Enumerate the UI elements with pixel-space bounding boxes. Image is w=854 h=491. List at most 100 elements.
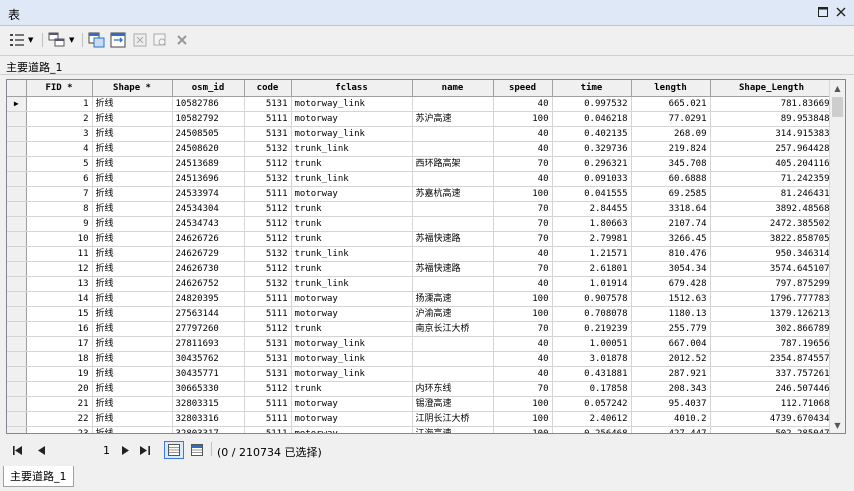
table-cell[interactable]: 折线 — [92, 381, 173, 397]
table-cell[interactable]: 24534743 — [172, 216, 245, 232]
table-cell[interactable]: 40 — [493, 96, 553, 112]
table-cell[interactable]: trunk_link — [291, 141, 413, 157]
first-record-icon[interactable] — [10, 442, 26, 458]
table-cell[interactable]: 折线 — [92, 156, 173, 172]
table-cell[interactable]: 2.84455 — [552, 201, 632, 217]
table-cell[interactable]: 折线 — [92, 216, 173, 232]
table-cell[interactable]: 折线 — [92, 111, 173, 127]
table-cell[interactable]: 2354.874557 — [710, 351, 834, 367]
table-cell[interactable]: 3 — [26, 126, 93, 142]
row-selector[interactable] — [7, 366, 27, 382]
table-cell[interactable] — [412, 366, 494, 382]
table-cell[interactable]: 337.757261 — [710, 366, 834, 382]
show-all-records-button[interactable] — [164, 441, 184, 459]
table-cell[interactable]: 32803317 — [172, 426, 245, 433]
table-cell[interactable]: trunk_link — [291, 276, 413, 292]
table-cell[interactable]: 19 — [26, 366, 93, 382]
table-cell[interactable]: 40 — [493, 141, 553, 157]
table-cell[interactable]: 287.921 — [631, 366, 711, 382]
table-cell[interactable]: motorway — [291, 411, 413, 427]
row-selector[interactable] — [7, 216, 27, 232]
select-by-attributes-button[interactable] — [88, 31, 106, 49]
table-cell[interactable]: 70 — [493, 156, 553, 172]
vertical-scrollbar[interactable]: ▲ ▼ — [829, 80, 845, 433]
table-row[interactable]: 19 折线 30435771 5131 motorway_link 40 0.431881 2… — [7, 366, 834, 382]
table-cell[interactable]: 折线 — [92, 201, 173, 217]
table-cell[interactable]: 1180.13 — [631, 306, 711, 322]
table-cell[interactable]: 246.507446 — [710, 381, 834, 397]
column-header[interactable]: Shape * — [92, 80, 173, 97]
table-cell[interactable]: 405.204116 — [710, 156, 834, 172]
table-cell[interactable]: 4739.670434 — [710, 411, 834, 427]
table-cell[interactable]: 30435762 — [172, 351, 245, 367]
table-cell[interactable]: 江阴长江大桥 — [412, 411, 494, 427]
table-cell[interactable]: 427.447 — [631, 426, 711, 433]
table-cell[interactable]: 西环路高架 — [412, 156, 494, 172]
table-cell[interactable]: 20 — [26, 381, 93, 397]
table-cell[interactable]: 折线 — [92, 246, 173, 262]
table-cell[interactable]: 0.046218 — [552, 111, 632, 127]
table-cell[interactable]: 5111 — [244, 186, 292, 202]
table-cell[interactable]: motorway_link — [291, 366, 413, 382]
table-cell[interactable]: 24508505 — [172, 126, 245, 142]
table-cell[interactable] — [412, 336, 494, 352]
table-cell[interactable]: 40 — [493, 336, 553, 352]
column-header[interactable]: FID * — [26, 80, 93, 97]
table-cell[interactable]: 95.4037 — [631, 396, 711, 412]
row-selector[interactable] — [7, 231, 27, 247]
table-cell[interactable]: 219.824 — [631, 141, 711, 157]
table-cell[interactable]: 3054.34 — [631, 261, 711, 277]
table-row[interactable]: 12 折线 24626730 5112 trunk 苏福快速路 70 2.61801 3054.… — [7, 261, 834, 277]
table-cell[interactable]: 32803316 — [172, 411, 245, 427]
table-cell[interactable]: 70 — [493, 231, 553, 247]
table-cell[interactable]: 40 — [493, 246, 553, 262]
table-cell[interactable]: 5131 — [244, 351, 292, 367]
table-cell[interactable]: 0.907578 — [552, 291, 632, 307]
table-cell[interactable]: trunk_link — [291, 246, 413, 262]
table-cell[interactable]: 781.83669 — [710, 96, 834, 112]
row-selector[interactable] — [7, 321, 27, 337]
table-cell[interactable] — [412, 276, 494, 292]
table-cell[interactable]: 40 — [493, 366, 553, 382]
switch-selection-button[interactable] — [110, 31, 128, 49]
table-cell[interactable]: 12 — [26, 261, 93, 277]
table-cell[interactable]: 5 — [26, 156, 93, 172]
table-row[interactable]: 13 折线 24626752 5132 trunk_link 40 1.01914 679.4… — [7, 276, 834, 292]
table-cell[interactable]: 3318.64 — [631, 201, 711, 217]
table-cell[interactable]: 折线 — [92, 186, 173, 202]
table-cell[interactable]: 8 — [26, 201, 93, 217]
table-cell[interactable]: 5111 — [244, 426, 292, 433]
table-cell[interactable]: 3892.48568 — [710, 201, 834, 217]
last-record-icon[interactable] — [137, 442, 153, 458]
table-cell[interactable]: 2012.52 — [631, 351, 711, 367]
table-cell[interactable]: 折线 — [92, 396, 173, 412]
table-cell[interactable] — [412, 141, 494, 157]
table-cell[interactable]: 0.708078 — [552, 306, 632, 322]
table-cell[interactable]: 70 — [493, 381, 553, 397]
table-cell[interactable]: 18 — [26, 351, 93, 367]
table-cell[interactable]: 折线 — [92, 411, 173, 427]
row-selector[interactable] — [7, 201, 27, 217]
table-cell[interactable]: 5111 — [244, 411, 292, 427]
table-cell[interactable]: trunk — [291, 216, 413, 232]
table-cell[interactable]: 折线 — [92, 321, 173, 337]
table-cell[interactable]: motorway_link — [291, 126, 413, 142]
column-header[interactable]: code — [244, 80, 292, 97]
table-cell[interactable]: 5111 — [244, 291, 292, 307]
table-cell[interactable]: motorway — [291, 426, 413, 433]
table-row[interactable]: 10 折线 24626726 5112 trunk 苏福快速路 70 2.79981 3266.… — [7, 231, 834, 247]
table-cell[interactable]: 折线 — [92, 426, 173, 433]
table-cell[interactable]: 24534304 — [172, 201, 245, 217]
column-header[interactable]: speed — [493, 80, 553, 97]
table-cell[interactable]: 27797260 — [172, 321, 245, 337]
table-cell[interactable]: 5112 — [244, 216, 292, 232]
next-record-icon[interactable] — [117, 442, 133, 458]
table-cell[interactable]: 24626726 — [172, 231, 245, 247]
table-cell[interactable]: 24626752 — [172, 276, 245, 292]
table-cell[interactable]: 折线 — [92, 276, 173, 292]
table-cell[interactable]: 5131 — [244, 126, 292, 142]
table-cell[interactable]: 100 — [493, 111, 553, 127]
table-cell[interactable] — [412, 96, 494, 112]
table-cell[interactable]: 0.296321 — [552, 156, 632, 172]
table-cell[interactable]: 1379.126213 — [710, 306, 834, 322]
